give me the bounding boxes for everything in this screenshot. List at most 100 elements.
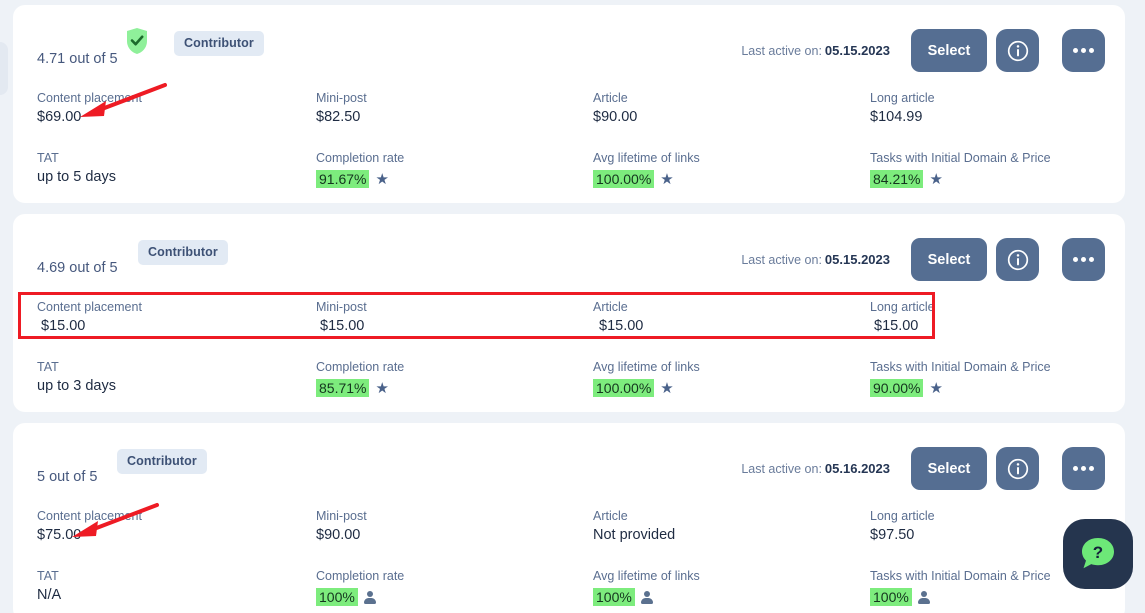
price-label: Long article [870, 300, 935, 314]
stat-cell-avg-lifetime: Avg lifetime of links 100.00% ★ [593, 151, 700, 188]
stat-cell-completion-rate: Completion rate 91.67% ★ [316, 151, 404, 188]
price-cell-article: Article Not provided [593, 509, 675, 543]
price-label: Mini-post [316, 300, 367, 314]
stat-label: TAT [37, 360, 59, 374]
stat-label: Tasks with Initial Domain & Price [870, 360, 1051, 374]
stat-value-line: 100% [870, 588, 1051, 606]
info-icon [1007, 40, 1028, 61]
star-icon: ★ [660, 170, 674, 188]
stat-percent-badge: 91.67% [316, 170, 370, 188]
stat-cell-tat: TAT up to 5 days [37, 151, 116, 185]
card-header: Contributor 4.71 out of 5 Last active on… [13, 5, 1125, 85]
stat-label: Avg lifetime of links [593, 151, 700, 165]
price-label: Mini-post [316, 91, 367, 105]
verified-shield-icon [125, 27, 149, 55]
chat-support-button[interactable]: ? [1063, 519, 1133, 589]
select-button[interactable]: Select [911, 238, 987, 281]
person-icon [917, 590, 930, 604]
last-active-date: 05.15.2023 [824, 252, 890, 267]
publisher-card[interactable]: Contributor 4.71 out of 5 Last active on… [13, 5, 1125, 203]
last-active-label: Last active on: 05.16.2023 [741, 461, 890, 476]
price-label: Article [593, 300, 628, 314]
card-header: Contributor 4.69 out of 5 Last active on… [13, 214, 1125, 294]
price-cell-long-article: Long article $97.50 [870, 509, 935, 543]
price-value: $15.00 [874, 318, 919, 334]
stat-label: Completion rate [316, 569, 405, 583]
select-button[interactable]: Select [911, 29, 987, 72]
price-label: Long article [870, 509, 935, 523]
stat-percent-badge: 100.00% [593, 170, 655, 188]
stat-value-line: 84.21% ★ [870, 170, 1051, 188]
person-icon [640, 590, 653, 604]
info-button[interactable] [996, 29, 1039, 72]
select-button[interactable]: Select [911, 447, 987, 490]
svg-text:?: ? [1093, 543, 1103, 562]
stat-label: Tasks with Initial Domain & Price [870, 151, 1051, 165]
price-cell-mini-post: Mini-post $82.50 [316, 91, 367, 125]
more-options-button[interactable] [1062, 447, 1105, 490]
stat-percent-badge: 100.00% [593, 379, 655, 397]
stat-cell-tasks-initial: Tasks with Initial Domain & Price 84.21%… [870, 151, 1051, 188]
price-label: Mini-post [316, 509, 367, 523]
last-active-date: 05.16.2023 [824, 461, 890, 476]
rating-text: 4.69 out of 5 [37, 260, 118, 276]
stat-label: Avg lifetime of links [593, 569, 700, 583]
stat-percent-badge: 100% [316, 588, 358, 606]
chat-question-icon: ? [1082, 538, 1114, 569]
price-value: Not provided [593, 527, 676, 543]
stat-value-line: 100.00% ★ [593, 170, 700, 188]
price-cell-long-article: Long article $104.99 [870, 91, 935, 125]
price-value: $90.00 [593, 109, 638, 125]
role-chip: Contributor [117, 449, 207, 474]
rating-text: 5 out of 5 [37, 469, 98, 485]
stat-value-line: 100% [316, 588, 404, 606]
price-cell-mini-post: Mini-post $90.00 [316, 509, 367, 543]
stat-value-line: 90.00% ★ [870, 379, 1051, 397]
stat-value-line: 85.71% ★ [316, 379, 404, 397]
price-value: $82.50 [316, 109, 361, 125]
price-label: Content placement [37, 91, 142, 105]
last-active-label: Last active on: 05.15.2023 [741, 252, 890, 267]
stat-label: Completion rate [316, 151, 405, 165]
role-chip: Contributor [138, 240, 228, 265]
stat-cell-tat: TAT up to 3 days [37, 360, 116, 394]
stat-label: TAT [37, 569, 59, 583]
price-cell-mini-post: Mini-post $15.00 [316, 300, 367, 334]
more-options-button[interactable] [1062, 29, 1105, 72]
price-cell-content-placement: Content placement $15.00 [37, 300, 142, 334]
price-cell-content-placement: Content placement $75.00 [37, 509, 142, 543]
info-button[interactable] [996, 238, 1039, 281]
stat-cell-tasks-initial: Tasks with Initial Domain & Price 90.00%… [870, 360, 1051, 397]
publisher-card[interactable]: Contributor 4.69 out of 5 Last active on… [13, 214, 1125, 412]
price-label: Content placement [37, 509, 142, 523]
last-active-date: 05.15.2023 [824, 43, 890, 58]
price-value: $15.00 [41, 318, 86, 334]
stat-value: up to 3 days [37, 378, 116, 394]
stat-cell-completion-rate: Completion rate 85.71% ★ [316, 360, 404, 397]
role-chip: Contributor [174, 31, 264, 56]
stat-label: Avg lifetime of links [593, 360, 700, 374]
info-icon [1007, 458, 1028, 479]
info-icon [1007, 249, 1028, 270]
rating-text: 4.71 out of 5 [37, 51, 118, 67]
stat-percent-badge: 85.71% [316, 379, 370, 397]
stat-label: TAT [37, 151, 59, 165]
last-active-text: Last active on: [741, 253, 822, 267]
price-value: $104.99 [870, 109, 923, 125]
more-options-icon [1073, 48, 1094, 53]
more-options-icon [1073, 466, 1094, 471]
more-options-button[interactable] [1062, 238, 1105, 281]
stat-percent-badge: 100% [870, 588, 912, 606]
left-edge-panel [0, 42, 8, 95]
stat-percent-badge: 100% [593, 588, 635, 606]
card-header: Contributor 5 out of 5 Last active on: 05… [13, 423, 1125, 503]
price-label: Long article [870, 91, 935, 105]
info-button[interactable] [996, 447, 1039, 490]
last-active-label: Last active on: 05.15.2023 [741, 43, 890, 58]
price-value: $15.00 [599, 318, 644, 334]
stat-cell-tasks-initial: Tasks with Initial Domain & Price 100% [870, 569, 1051, 606]
stat-label: Completion rate [316, 360, 405, 374]
stat-value: up to 5 days [37, 169, 116, 185]
last-active-text: Last active on: [741, 44, 822, 58]
publisher-card[interactable]: Contributor 5 out of 5 Last active on: 05… [13, 423, 1125, 613]
